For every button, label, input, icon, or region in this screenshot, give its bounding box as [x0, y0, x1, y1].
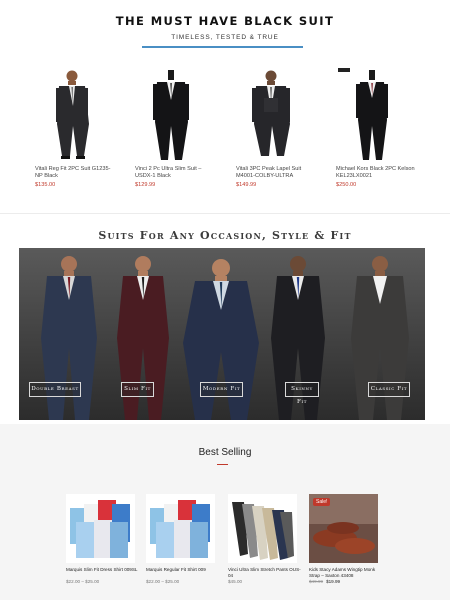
- best-selling-card[interactable]: Vinci Ultra Slim Stretch Pants OUS-04 $4…: [228, 494, 301, 584]
- product-price: $135.00: [35, 182, 56, 188]
- product-image[interactable]: Sale!: [309, 494, 378, 563]
- product-name[interactable]: Marquis Slim Fit Dress Shirt 009SL: [66, 567, 140, 573]
- best-selling-section: Best Selling Marquis Slim Fit Dress Shir…: [0, 424, 450, 600]
- best-selling-title: Best Selling: [198, 447, 252, 458]
- product-image[interactable]: [336, 64, 416, 164]
- product-card[interactable]: Vitali Reg Fit 2PC Suit G1235-NP Black $…: [35, 64, 115, 188]
- product-image[interactable]: [135, 64, 215, 164]
- product-price: $45.00: [228, 579, 243, 584]
- product-name[interactable]: Vinci 2 Pc Ultra Slim Suit – USDX-1 Blac…: [135, 166, 215, 180]
- product-name[interactable]: Vitali Reg Fit 2PC Suit G1235-NP Black: [35, 166, 115, 180]
- product-image[interactable]: [66, 494, 135, 563]
- product-card[interactable]: Michael Kors Black 2PC Kelson KEL23LX002…: [336, 64, 416, 188]
- product-card[interactable]: Vitali 3PC Peak Lapel Suit M4001-COLBY-U…: [236, 64, 316, 188]
- section-divider: [0, 213, 450, 214]
- product-price: $129.99: [135, 182, 156, 188]
- best-selling-card[interactable]: Sale! Kids Stacy Adams Wingtip Monk Stra…: [309, 494, 378, 584]
- product-price: $250.00: [336, 182, 357, 188]
- section-subtitle: TIMELESS, TESTED & TRUE: [171, 34, 279, 41]
- product-price: $22.00 – $25.00: [146, 579, 180, 584]
- product-name[interactable]: Vinci Ultra Slim Stretch Pants OUS-04: [228, 567, 302, 578]
- product-image[interactable]: [236, 64, 316, 164]
- product-price: $149.99: [236, 182, 257, 188]
- sale-price: $19.99: [326, 579, 341, 584]
- title-underline: [217, 464, 228, 465]
- product-image[interactable]: [228, 494, 297, 563]
- modern-fit-button[interactable]: Modern Fit: [200, 382, 243, 397]
- best-selling-card[interactable]: Marquis Regular Fit Shirt 009 $22.00 – $…: [146, 494, 215, 584]
- old-price: $49.99: [309, 579, 324, 584]
- product-name[interactable]: Vitali 3PC Peak Lapel Suit M4001-COLBY-U…: [236, 166, 316, 180]
- slim-fit-button[interactable]: Slim Fit: [121, 382, 154, 397]
- product-name[interactable]: Marquis Regular Fit Shirt 009: [146, 567, 220, 573]
- product-image[interactable]: [35, 64, 115, 164]
- product-name[interactable]: Michael Kors Black 2PC Kelson KEL23LX002…: [336, 166, 416, 180]
- skinny-fit-button[interactable]: Skinny Fit: [285, 382, 319, 405]
- product-name[interactable]: Kids Stacy Adams Wingtip Monk Strap – Sa…: [309, 567, 383, 578]
- occasions-title: Suits For Any Occasion, Style & Fit: [98, 229, 352, 242]
- product-price: $49.99 $19.99: [309, 579, 340, 584]
- sale-badge: Sale!: [313, 498, 331, 506]
- must-have-section: THE MUST HAVE BLACK SUIT TIMELESS, TESTE…: [0, 0, 450, 212]
- fit-banner: Double Breast Slim Fit Modern Fit Skinny…: [19, 248, 425, 420]
- section-title: THE MUST HAVE BLACK SUIT: [115, 14, 335, 28]
- double-breast-button[interactable]: Double Breast: [29, 382, 81, 397]
- product-price: $22.00 – $25.00: [66, 579, 100, 584]
- best-selling-card[interactable]: Marquis Slim Fit Dress Shirt 009SL $22.0…: [66, 494, 137, 584]
- title-underline: [142, 46, 303, 48]
- product-image[interactable]: [146, 494, 215, 563]
- product-card[interactable]: Vinci 2 Pc Ultra Slim Suit – USDX-1 Blac…: [135, 64, 215, 188]
- classic-fit-button[interactable]: Classic Fit: [368, 382, 410, 397]
